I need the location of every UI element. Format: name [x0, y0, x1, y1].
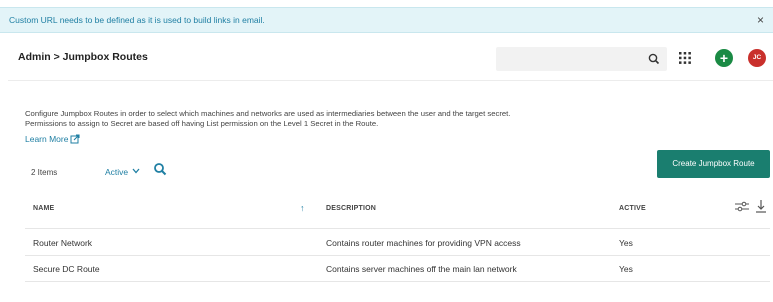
column-header-name[interactable]: NAME	[33, 205, 54, 212]
chevron-down-icon	[132, 168, 140, 174]
active-filter-dropdown[interactable]: Active	[105, 167, 140, 177]
avatar[interactable]: JC	[748, 49, 766, 67]
table-divider	[25, 228, 770, 229]
table-divider	[25, 255, 770, 256]
external-link-icon	[70, 134, 81, 144]
apps-grid-icon[interactable]	[679, 52, 691, 64]
column-header-description[interactable]: DESCRIPTION	[326, 205, 376, 212]
learn-more-link[interactable]: Learn More	[25, 134, 81, 144]
breadcrumb: Admin > Jumpbox Routes	[18, 51, 148, 63]
column-settings-icon[interactable]	[735, 201, 749, 213]
description-line-1: Configure Jumpbox Routes in order to sel…	[25, 109, 511, 118]
add-icon[interactable]: +	[715, 49, 733, 67]
create-jumpbox-route-button[interactable]: Create Jumpbox Route	[657, 150, 770, 178]
cell-name[interactable]: Router Network	[33, 238, 92, 248]
column-header-active[interactable]: ACTIVE	[619, 205, 646, 212]
cell-name[interactable]: Secure DC Route	[33, 264, 100, 274]
sort-ascending-icon[interactable]: ↑	[300, 203, 305, 213]
page-description: Configure Jumpbox Routes in order to sel…	[25, 109, 510, 129]
page-header: Admin > Jumpbox Routes + JC	[0, 40, 773, 76]
banner-message: Custom URL needs to be defined as it is …	[9, 15, 265, 25]
description-line-2: Permissions to assign to Secret are base…	[25, 119, 379, 128]
learn-more-label: Learn More	[25, 134, 69, 144]
filter-search-icon[interactable]	[153, 162, 167, 176]
info-banner: Custom URL needs to be defined as it is …	[0, 7, 773, 33]
cell-description: Contains server machines off the main la…	[326, 264, 517, 274]
active-filter-label: Active	[105, 167, 129, 177]
cell-active: Yes	[619, 264, 633, 274]
table-divider	[25, 281, 770, 282]
search-input[interactable]	[496, 47, 667, 71]
cell-active: Yes	[619, 238, 633, 248]
download-icon[interactable]	[755, 199, 767, 213]
search-icon[interactable]	[647, 52, 661, 66]
items-count: 2 Items	[31, 168, 58, 177]
close-icon[interactable]: ×	[757, 13, 764, 27]
cell-description: Contains router machines for providing V…	[326, 238, 521, 248]
